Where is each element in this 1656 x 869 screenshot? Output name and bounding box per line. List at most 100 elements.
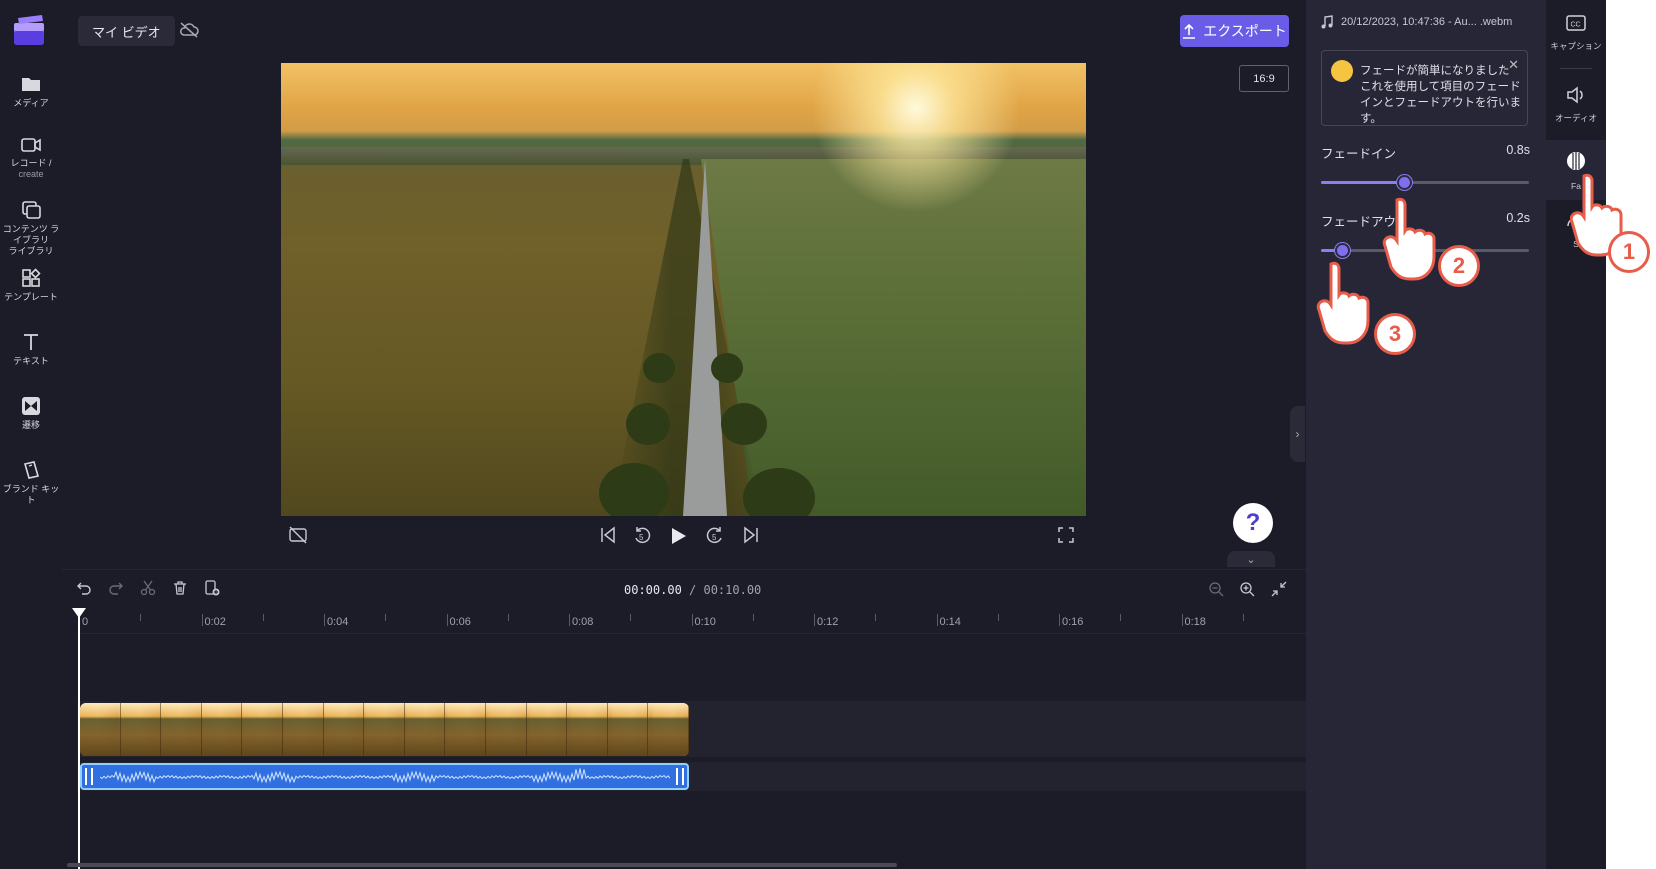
hand-pointer-icon [1316, 261, 1370, 345]
rail-item-label: キャプション [1550, 41, 1602, 51]
add-media-icon[interactable] [204, 580, 220, 596]
aspect-ratio-button[interactable]: 16:9 [1239, 65, 1289, 92]
ruler-tick-label: 0:10 [694, 616, 716, 628]
ruler-tick [324, 614, 325, 626]
camera-off-icon[interactable] [288, 526, 308, 544]
properties-panel: 20/12/2023, 10:47:36 - Au... .webm フェードが… [1306, 0, 1546, 869]
brand-kit-icon [23, 461, 40, 479]
video-preview [281, 63, 1086, 516]
skip-to-end-icon[interactable] [742, 526, 760, 544]
video-clip-thumbnail [648, 703, 689, 756]
project-title[interactable]: マイ ビデオ [78, 16, 175, 46]
zoom-in-icon[interactable] [1239, 581, 1255, 597]
video-clip-thumbnail [161, 703, 202, 756]
video-clip-thumbnail [445, 703, 486, 756]
playhead[interactable] [78, 610, 80, 869]
sidebar-item-label: テンプレート [4, 292, 58, 302]
forward-5s-icon[interactable]: 5 [705, 526, 725, 546]
audio-waveform [100, 768, 670, 784]
ruler-tick [691, 614, 693, 626]
party-face-icon [1331, 60, 1353, 82]
sidebar-item-label: レコード / [10, 158, 52, 168]
music-note-icon [1321, 15, 1333, 29]
ruler-tick [201, 614, 203, 626]
video-clip-thumbnail [242, 703, 283, 756]
zoom-out-icon[interactable] [1208, 581, 1224, 597]
sidebar-item-label: メディア [13, 98, 49, 108]
sidebar-item-label: ブランド キット [2, 484, 60, 505]
cloud-sync-off-icon[interactable] [178, 20, 200, 40]
sidebar-item-content-library[interactable]: コンテンツ ライブラリ ライブラリ [0, 200, 62, 257]
ruler-tick-label: 0:02 [204, 616, 226, 628]
preview-tree [626, 403, 670, 445]
closed-captions-icon: CC [1566, 15, 1586, 31]
content-library-icon [22, 201, 41, 219]
fit-timeline-icon[interactable] [1271, 581, 1287, 597]
speaker-icon [1567, 86, 1583, 104]
ruler-minor-tick [875, 614, 877, 621]
collapse-preview-button[interactable]: ⌄ [1227, 551, 1275, 567]
ruler-minor-tick [630, 614, 632, 621]
sidebar-item-text[interactable]: テキスト [0, 332, 62, 367]
fade-in-slider-fill [1321, 181, 1405, 184]
fade-out-slider-thumb[interactable] [1334, 243, 1350, 258]
ruler-minor-tick [262, 614, 264, 621]
redo-icon[interactable] [108, 580, 124, 596]
ruler-minor-tick [1120, 614, 1122, 621]
timeline-scrollbar[interactable] [67, 863, 897, 867]
sidebar-item-record-create[interactable]: レコード / create [0, 136, 62, 180]
export-button[interactable]: エクスポート [1180, 15, 1289, 47]
ruler-minor-tick [385, 614, 387, 621]
audio-clip[interactable] [80, 763, 689, 790]
rail-divider [1560, 68, 1592, 69]
preview-road [683, 159, 727, 516]
timeline-ruler[interactable]: 0 0:02 0:04 0:06 0:08 0:10 0:12 0:14 0:16 0:18 [77, 610, 1306, 634]
rail-item-audio[interactable]: オーディオ [1546, 86, 1606, 126]
timecode-display: 00:00.00 / 00:10.00 [624, 583, 761, 597]
video-camera-icon [21, 138, 41, 152]
video-clip-thumbnail [526, 703, 568, 756]
help-button[interactable]: ? [1233, 503, 1273, 543]
callout-badge-1: 1 [1608, 231, 1650, 273]
audio-trim-handle-left[interactable] [85, 768, 93, 785]
skip-to-start-icon[interactable] [599, 526, 617, 544]
fade-in-slider-thumb[interactable] [1397, 175, 1413, 190]
video-clip-thumbnail [282, 703, 324, 756]
collapse-right-panel-button[interactable]: › [1290, 406, 1305, 462]
ruler-tick [1181, 614, 1183, 626]
transitions-icon [22, 397, 40, 415]
fade-in-value: 0.8s [1506, 143, 1530, 157]
undo-icon[interactable] [76, 580, 92, 596]
svg-text:CC: CC [1571, 22, 1581, 29]
video-clip[interactable] [80, 703, 689, 756]
audio-trim-handle-right[interactable] [676, 768, 684, 785]
sidebar-item-templates[interactable]: テンプレート [0, 268, 62, 303]
ruler-minor-tick [1242, 614, 1244, 621]
svg-text:5: 5 [712, 533, 717, 542]
sidebar-item-media[interactable]: メディア [0, 74, 62, 109]
close-icon[interactable]: ✕ [1508, 57, 1519, 73]
fade-info-toast: フェードが簡単になりました これを使用して項目のフェードインとフェードアウトを行… [1321, 50, 1528, 126]
rail-item-captions[interactable]: CC キャプション [1546, 14, 1606, 54]
fade-in-slider[interactable] [1321, 175, 1529, 190]
fullscreen-icon[interactable] [1057, 526, 1075, 544]
delete-icon[interactable] [172, 580, 188, 596]
sidebar-item-sublabel: ライブラリ [8, 246, 54, 256]
preview-tree [643, 353, 675, 383]
fade-in-label: フェードイン [1321, 147, 1397, 161]
video-clip-thumbnail [201, 703, 243, 756]
ruler-tick [936, 614, 938, 626]
total-duration: 00:10.00 [703, 583, 762, 597]
video-clip-thumbnail [364, 703, 405, 756]
sidebar-item-brand-kit[interactable]: ブランド キット [0, 460, 62, 506]
rewind-5s-icon[interactable]: 5 [632, 526, 652, 546]
text-icon [24, 334, 38, 350]
ruler-minor-tick [752, 614, 754, 621]
sidebar-item-sublabel: create [18, 169, 44, 179]
ruler-tick-label: 0:18 [1184, 616, 1206, 628]
sidebar-item-transitions[interactable]: 遷移 [0, 396, 62, 431]
play-icon[interactable] [668, 526, 688, 546]
scissors-icon[interactable] [140, 580, 156, 596]
file-name-row: 20/12/2023, 10:47:36 - Au... .webm [1321, 15, 1512, 29]
rail-item-label: オーディオ [1555, 113, 1597, 123]
